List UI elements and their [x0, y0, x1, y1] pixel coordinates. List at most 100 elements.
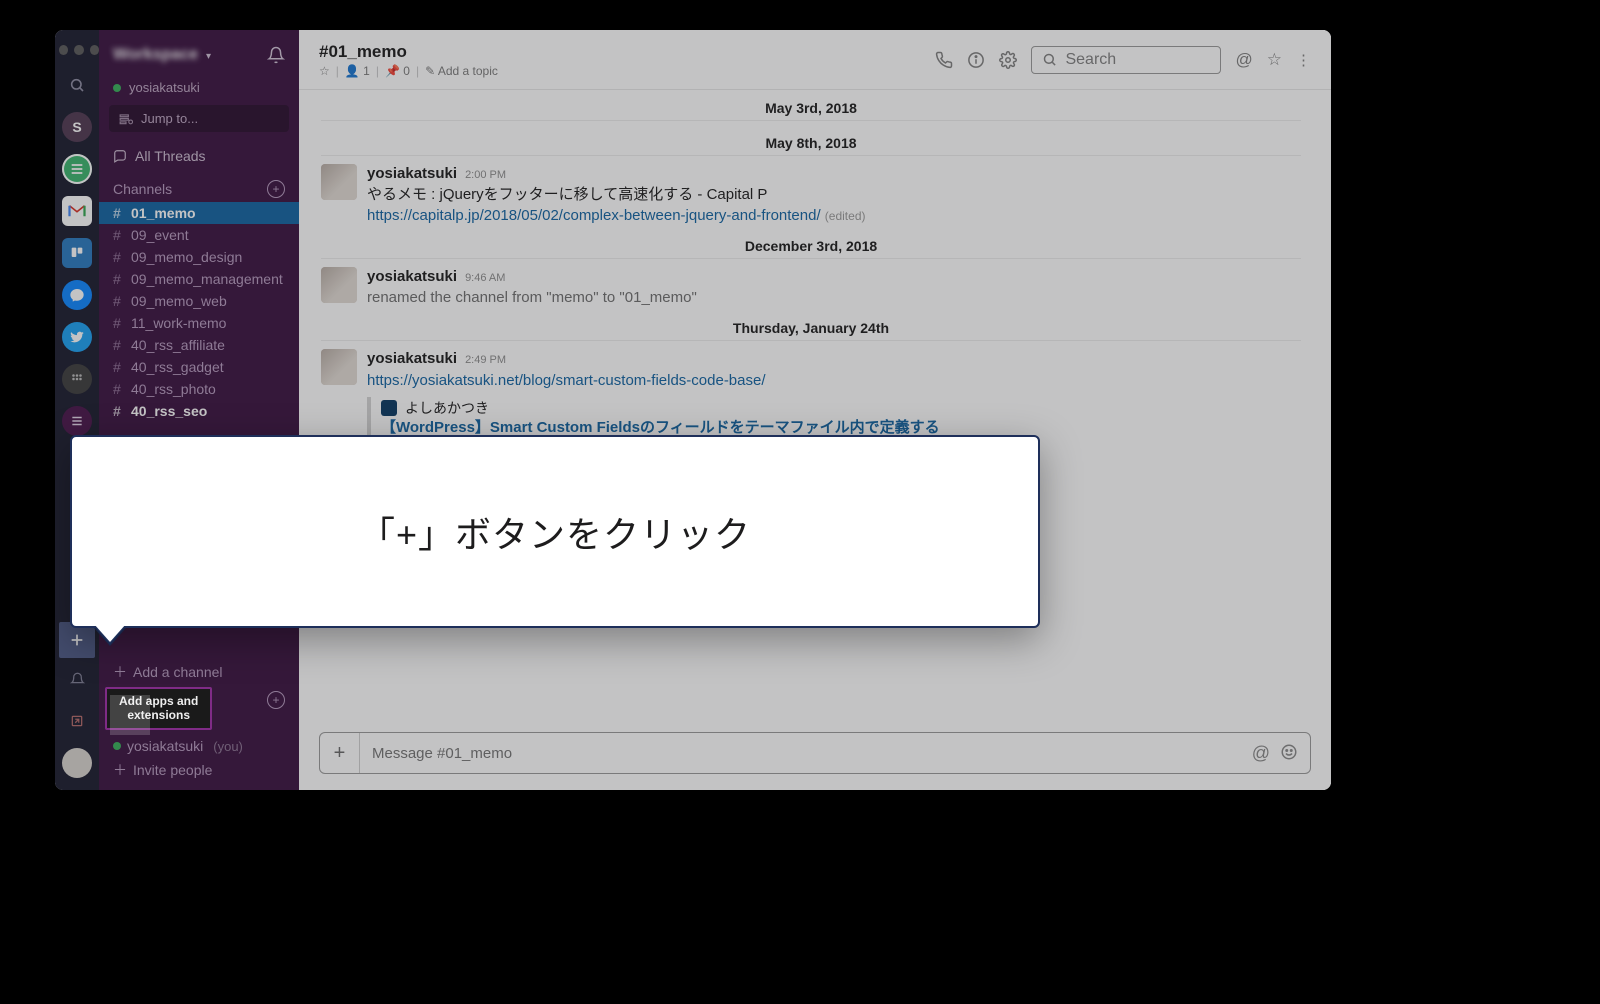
- rail-open-window-icon[interactable]: [62, 706, 92, 736]
- rail-app-active[interactable]: [62, 154, 92, 184]
- dm-item[interactable]: yosiakatsuki(you): [99, 735, 299, 757]
- info-icon[interactable]: [967, 51, 985, 69]
- star-icon[interactable]: ☆: [1267, 50, 1282, 70]
- message-composer[interactable]: + @: [319, 732, 1311, 774]
- more-icon[interactable]: ⋮: [1296, 51, 1311, 69]
- avatar[interactable]: [321, 267, 357, 303]
- instruction-callout: 「+」ボタンをクリック: [70, 435, 1040, 628]
- jump-to-input[interactable]: Jump to...: [109, 105, 289, 132]
- pins-icon[interactable]: 📌 0: [385, 64, 410, 78]
- apps-tooltip-line: Add apps and: [119, 694, 198, 708]
- hash-icon: #: [113, 403, 125, 419]
- channel-item[interactable]: #09_memo_management: [99, 268, 299, 290]
- all-threads[interactable]: All Threads: [99, 142, 299, 170]
- message-time: 2:00 PM: [465, 168, 506, 183]
- twitter-icon[interactable]: [62, 322, 92, 352]
- channel-item[interactable]: #40_rss_affiliate: [99, 334, 299, 356]
- composer-input[interactable]: [360, 745, 1252, 762]
- plus-icon: ＋: [113, 760, 127, 780]
- search-icon[interactable]: [62, 70, 92, 100]
- message-link[interactable]: https://capitalp.jp/2018/05/02/complex-b…: [367, 207, 821, 224]
- main-column: #01_memo ☆| 👤 1| 📌 0| ✎ Add a topic Sear…: [299, 30, 1331, 790]
- you-tag: (you): [213, 739, 243, 754]
- channel-name: 11_work-memo: [131, 315, 226, 331]
- hash-icon: #: [113, 227, 125, 243]
- add-icon[interactable]: +: [267, 180, 285, 198]
- rail-user-avatar[interactable]: [62, 748, 92, 778]
- channel-item[interactable]: #40_rss_gadget: [99, 356, 299, 378]
- channel-item[interactable]: #09_memo_design: [99, 246, 299, 268]
- hash-icon: #: [113, 337, 125, 353]
- threads-icon: [113, 149, 127, 163]
- channel-name: 40_rss_gadget: [131, 359, 224, 375]
- gmail-icon[interactable]: [62, 196, 92, 226]
- slack-icon[interactable]: [62, 406, 92, 436]
- search-placeholder: Search: [1065, 51, 1116, 69]
- presence-dot-icon: [113, 84, 121, 92]
- hash-icon: #: [113, 315, 125, 331]
- channel-name: 40_rss_photo: [131, 381, 216, 397]
- message-user[interactable]: yosiakatsuki: [367, 267, 457, 287]
- unfurl-title[interactable]: 【WordPress】Smart Custom Fieldsのフィールドをテーマ…: [381, 419, 940, 436]
- workspace-header[interactable]: Workspace ▾: [99, 30, 299, 80]
- date-separator: December 3rd, 2018: [321, 232, 1301, 259]
- message: yosiakatsuki 2:49 PM https://yosiakatsuk…: [321, 349, 1301, 440]
- trello-icon[interactable]: [62, 238, 92, 268]
- mention-icon[interactable]: @: [1235, 50, 1252, 70]
- channel-item[interactable]: #09_event: [99, 224, 299, 246]
- rail-app-slack-alt[interactable]: S: [62, 112, 92, 142]
- add-icon[interactable]: +: [267, 691, 285, 709]
- message-user[interactable]: yosiakatsuki: [367, 349, 457, 369]
- channel-item[interactable]: #09_memo_web: [99, 290, 299, 312]
- channel-title[interactable]: #01_memo: [319, 42, 498, 62]
- channel-list: #01_memo#09_event#09_memo_design#09_memo…: [99, 202, 299, 422]
- channel-item[interactable]: #01_memo: [99, 202, 299, 224]
- members-icon[interactable]: 👤 1: [345, 64, 370, 78]
- edited-tag: (edited): [825, 209, 866, 223]
- date-separator: Thursday, January 24th: [321, 314, 1301, 341]
- bell-icon[interactable]: [267, 46, 285, 64]
- hash-icon: #: [113, 205, 125, 221]
- sidebar: Workspace ▾ yosiakatsuki Jump to... All …: [99, 30, 299, 790]
- star-icon[interactable]: ☆: [319, 64, 330, 78]
- add-channel-label: Add a channel: [133, 664, 223, 680]
- channels-label: Channels: [113, 181, 172, 197]
- channel-header: #01_memo ☆| 👤 1| 📌 0| ✎ Add a topic Sear…: [299, 30, 1331, 90]
- channel-item[interactable]: #40_rss_seo: [99, 400, 299, 422]
- date-separator: May 8th, 2018: [321, 129, 1301, 156]
- rail-notifications-muted-icon[interactable]: [62, 664, 92, 694]
- workspace-title: Workspace: [113, 46, 198, 63]
- avatar[interactable]: [321, 349, 357, 385]
- edit-topic[interactable]: ✎ Add a topic: [425, 64, 498, 78]
- add-channel[interactable]: ＋ Add a channel: [99, 659, 299, 685]
- message-list[interactable]: May 3rd, 2018 May 8th, 2018 yosiakatsuki…: [299, 90, 1331, 724]
- channel-name: 09_event: [131, 227, 189, 243]
- message-text: renamed the channel from "memo" to "01_m…: [367, 288, 697, 308]
- apps-tooltip: Add apps and extensions: [105, 687, 212, 730]
- channel-name: 09_memo_design: [131, 249, 242, 265]
- messenger-icon[interactable]: [62, 280, 92, 310]
- unfurl-site: よしあかつき: [405, 399, 489, 418]
- all-threads-label: All Threads: [135, 148, 206, 164]
- composer-plus-button[interactable]: +: [320, 733, 360, 773]
- call-icon[interactable]: [935, 51, 953, 69]
- presence-icon: [113, 742, 121, 750]
- apps-icon[interactable]: [62, 364, 92, 394]
- callout-text: 「+」ボタンをクリック: [359, 506, 751, 558]
- message-user[interactable]: yosiakatsuki: [367, 164, 457, 184]
- channel-name: 01_memo: [131, 205, 196, 221]
- workspace-user-row[interactable]: yosiakatsuki: [99, 80, 299, 101]
- channels-header[interactable]: Channels +: [99, 170, 299, 202]
- mention-icon[interactable]: @: [1252, 743, 1270, 764]
- channel-item[interactable]: #11_work-memo: [99, 312, 299, 334]
- emoji-icon[interactable]: [1280, 743, 1298, 764]
- message-link[interactable]: https://yosiakatsuki.net/blog/smart-cust…: [367, 372, 766, 389]
- channel-meta: ☆| 👤 1| 📌 0| ✎ Add a topic: [319, 64, 498, 78]
- message-time: 9:46 AM: [465, 271, 505, 286]
- invite-people[interactable]: ＋ Invite people: [99, 757, 299, 790]
- channel-item[interactable]: #40_rss_photo: [99, 378, 299, 400]
- gear-icon[interactable]: [999, 51, 1017, 69]
- avatar[interactable]: [321, 164, 357, 200]
- search-input[interactable]: Search: [1031, 46, 1221, 74]
- jump-to-label: Jump to...: [141, 111, 198, 126]
